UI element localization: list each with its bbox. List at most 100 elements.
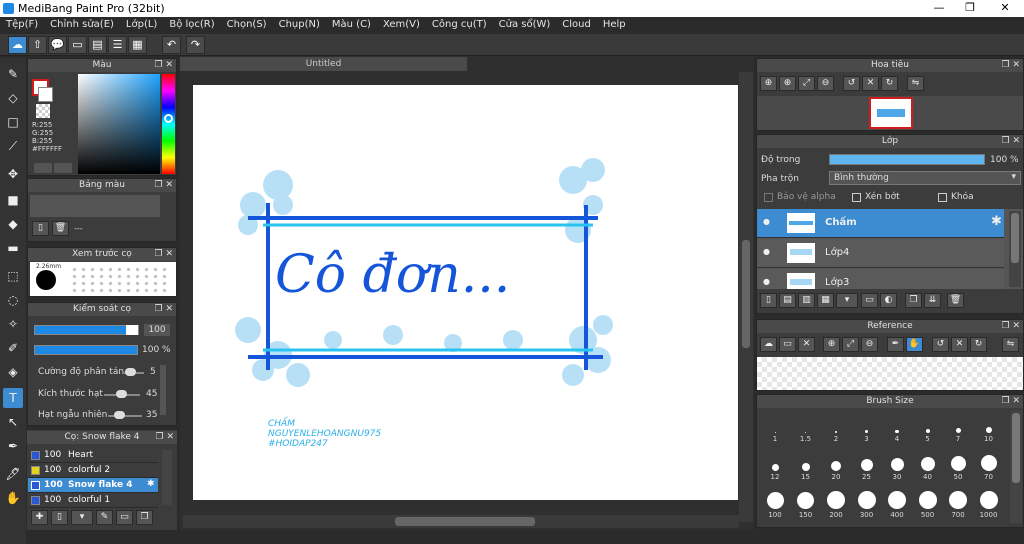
protect-alpha-checkbox[interactable] bbox=[764, 193, 773, 202]
list-icon[interactable]: ☰ bbox=[108, 36, 127, 54]
comment-icon[interactable]: 💬 bbox=[48, 36, 67, 54]
layer-row-cham[interactable]: ● Chấm ✱ bbox=[757, 209, 1004, 238]
reference-canvas[interactable] bbox=[757, 357, 1023, 390]
brush-size-option[interactable]: 12 bbox=[761, 451, 789, 481]
select-tool-icon[interactable]: ⬚ bbox=[3, 266, 23, 286]
brush-size-option[interactable]: 10 bbox=[975, 413, 1003, 443]
brush-size-option[interactable]: 2 bbox=[822, 413, 850, 443]
brush-size-option[interactable]: 500 bbox=[914, 489, 942, 519]
particle-size-slider[interactable] bbox=[116, 390, 127, 398]
brush-edit-icon[interactable]: ✎ bbox=[96, 510, 113, 525]
brush-size-value[interactable]: 100 bbox=[144, 324, 170, 336]
ref-zoom-in-icon[interactable]: ⊕ bbox=[823, 337, 840, 352]
gradient-tool-icon[interactable]: ▬ bbox=[3, 238, 23, 258]
ref-rotate-left-icon[interactable]: ↺ bbox=[932, 337, 949, 352]
drawing-paper[interactable]: Cô đơn... CHẤM NGUYENLEHOANGNU975 #HOIDA… bbox=[193, 85, 738, 500]
brush-size-option[interactable]: 1 bbox=[761, 413, 789, 443]
new-palette-icon[interactable]: ▯ bbox=[32, 221, 49, 236]
merge-layer-icon[interactable]: ⇊ bbox=[924, 293, 941, 308]
menu-snapshot[interactable]: Chụp(N) bbox=[273, 17, 326, 34]
menu-file[interactable]: Tệp(F) bbox=[0, 17, 44, 34]
pen-tool-icon[interactable]: 🖋 bbox=[3, 464, 23, 484]
brush-size-handle[interactable] bbox=[126, 325, 138, 335]
brush-size-slider[interactable] bbox=[34, 325, 139, 335]
hue-handle[interactable] bbox=[164, 114, 173, 123]
ref-hand-icon[interactable]: ✋ bbox=[906, 337, 923, 352]
rotate-right-icon[interactable]: ↻ bbox=[881, 76, 898, 91]
document-tab[interactable]: Untitled bbox=[180, 57, 467, 71]
brush-size-option[interactable]: 40 bbox=[914, 451, 942, 481]
eyedropper-tool-icon[interactable]: ✒ bbox=[3, 436, 23, 456]
clipping-checkbox[interactable] bbox=[852, 193, 861, 202]
panel-close-icon[interactable]: ❐ ✕ bbox=[155, 303, 173, 316]
cloud-icon[interactable]: ☁ bbox=[8, 36, 27, 54]
ref-zoom-out-icon[interactable]: ⊖ bbox=[861, 337, 878, 352]
brush-size-scrollbar[interactable] bbox=[1010, 411, 1022, 523]
eraser-tool-icon[interactable]: ◇ bbox=[3, 88, 23, 108]
eye-icon[interactable]: ● bbox=[763, 277, 770, 286]
background-color-swatch[interactable] bbox=[38, 87, 53, 102]
layer-opacity-slider[interactable] bbox=[829, 154, 985, 165]
layer-list-scrollbar[interactable] bbox=[1009, 211, 1021, 287]
brush-size-option[interactable]: 5 bbox=[914, 413, 942, 443]
redo-icon[interactable]: ↷ bbox=[186, 36, 205, 54]
brush-size-option[interactable]: 7 bbox=[944, 413, 972, 443]
brush-settings-gear-icon[interactable]: ✱ bbox=[147, 479, 155, 489]
zoom-in-2-icon[interactable]: ⊕ bbox=[779, 76, 796, 91]
menu-view[interactable]: Xem(V) bbox=[377, 17, 426, 34]
brush-size-option[interactable]: 100 bbox=[761, 489, 789, 519]
zoom-in-icon[interactable]: ⊕ bbox=[760, 76, 777, 91]
brush-size-option[interactable]: 30 bbox=[883, 451, 911, 481]
brush-size-option[interactable]: 15 bbox=[792, 451, 820, 481]
new-halftone-layer-icon[interactable]: ▤ bbox=[779, 293, 796, 308]
lock-checkbox[interactable] bbox=[938, 193, 947, 202]
brush-folder-icon[interactable]: ▭ bbox=[116, 510, 133, 525]
brush-size-option[interactable]: 20 bbox=[822, 451, 850, 481]
panel-close-icon[interactable]: ❐ ✕ bbox=[1002, 320, 1020, 333]
layer-row-lop3[interactable]: ● Lớp3 bbox=[757, 269, 1004, 289]
lasso-tool-icon[interactable]: ◌ bbox=[3, 290, 23, 310]
layer-mask-icon[interactable]: ◐ bbox=[880, 293, 897, 308]
color-mode-button[interactable] bbox=[34, 163, 52, 173]
transparent-swatch[interactable] bbox=[36, 104, 50, 118]
brush-size-option[interactable]: 150 bbox=[792, 489, 820, 519]
layer-settings-gear-icon[interactable]: ✱ bbox=[991, 214, 1002, 229]
fit-icon[interactable]: ⤢ bbox=[798, 76, 815, 91]
undo-icon[interactable]: ↶ bbox=[162, 36, 181, 54]
eye-icon[interactable]: ● bbox=[763, 217, 770, 226]
new-brush-icon[interactable]: ▯ bbox=[51, 510, 68, 525]
menu-edit[interactable]: Chỉnh sửa(E) bbox=[44, 17, 120, 34]
minimize-button[interactable]: — bbox=[924, 1, 954, 16]
shape-tool-icon[interactable]: □ bbox=[3, 112, 23, 132]
menu-cloud[interactable]: Cloud bbox=[556, 17, 597, 34]
layer-row-lop4[interactable]: ● Lớp4 bbox=[757, 239, 1004, 268]
move-tool-icon[interactable]: ✥ bbox=[3, 164, 23, 184]
brush-size-option[interactable]: 3 bbox=[853, 413, 881, 443]
brush-size-option[interactable]: 25 bbox=[853, 451, 881, 481]
monitor-icon[interactable]: ▭ bbox=[68, 36, 87, 54]
select-pen-icon[interactable]: ✐ bbox=[3, 338, 23, 358]
blend-mode-select[interactable]: Bình thường ▾ bbox=[829, 171, 1021, 185]
restore-button[interactable]: ❐ bbox=[955, 1, 985, 16]
share-icon[interactable]: ⇧ bbox=[28, 36, 47, 54]
hand-tool-icon[interactable]: ✋ bbox=[3, 488, 23, 508]
menu-layer[interactable]: Lớp(L) bbox=[120, 17, 163, 34]
ref-eyedropper-icon[interactable]: ✒ bbox=[887, 337, 904, 352]
panel-close-icon[interactable]: ❐ ✕ bbox=[155, 59, 173, 72]
brush-size-option[interactable]: 1000 bbox=[975, 489, 1003, 519]
grid-icon[interactable]: ▦ bbox=[128, 36, 147, 54]
navigator-thumbnail[interactable] bbox=[869, 97, 913, 129]
menu-filter[interactable]: Bộ lọc(R) bbox=[163, 17, 220, 34]
layer-folder-icon[interactable]: ▭ bbox=[861, 293, 878, 308]
rotate-left-icon[interactable]: ↺ bbox=[843, 76, 860, 91]
ref-close-icon[interactable]: ✕ bbox=[798, 337, 815, 352]
ref-fit-icon[interactable]: ⤢ bbox=[842, 337, 859, 352]
brush-control-scrollbar[interactable] bbox=[160, 365, 166, 415]
reset-icon[interactable]: ✕ bbox=[862, 76, 879, 91]
select-eraser-icon[interactable]: ◈ bbox=[3, 362, 23, 382]
ref-flip-icon[interactable]: ⇋ bbox=[1002, 337, 1019, 352]
brush-size-option[interactable]: 300 bbox=[853, 489, 881, 519]
layer-add-menu-icon[interactable]: ▾ bbox=[836, 293, 858, 308]
brush-size-option[interactable]: 70 bbox=[975, 451, 1003, 481]
brush-menu-icon[interactable]: ▾ bbox=[71, 510, 93, 525]
